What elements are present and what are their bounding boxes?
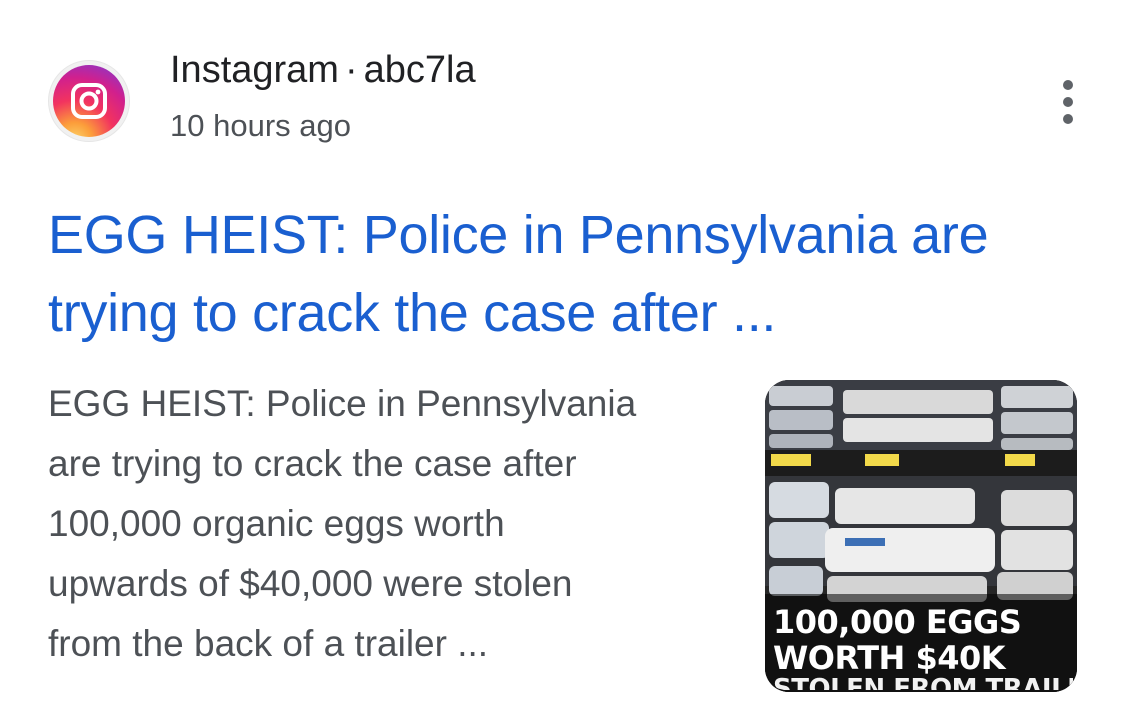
result-thumbnail[interactable]: 100,000 EGGS WORTH $40K STOLEN FROM TRAI…: [765, 380, 1077, 692]
snippet-line: are trying to crack the case after: [48, 443, 577, 484]
source-separator: ·: [344, 49, 358, 91]
source-row[interactable]: Instagram · abc7la 10 hours ago: [48, 46, 1088, 156]
source-text: Instagram · abc7la 10 hours ago: [170, 46, 476, 146]
snippet-line: from the back of a trailer ...: [48, 623, 489, 664]
thumbnail-caption-line-cut: STOLEN FROM TRAILER: [773, 676, 1073, 690]
more-options-button[interactable]: [1048, 74, 1088, 130]
title-line: EGG HEIST: Police in Pennsylvania are: [48, 205, 989, 265]
instagram-logo-icon: [48, 60, 130, 142]
result-snippet: EGG HEIST: Police in Pennsylvania are tr…: [48, 374, 738, 674]
source-timestamp: 10 hours ago: [170, 108, 351, 143]
more-vert-icon: [1063, 80, 1073, 90]
search-result-card: Instagram · abc7la 10 hours ago EGG HEIST:…: [0, 0, 1125, 727]
more-vert-icon-dot: [1063, 97, 1073, 107]
thumbnail-caption: 100,000 EGGS WORTH $40K STOLEN FROM TRAI…: [773, 604, 1073, 690]
thumbnail-caption-line: WORTH $40K: [773, 639, 1006, 677]
result-title-link[interactable]: EGG HEIST: Police in Pennsylvania are tr…: [48, 196, 1088, 352]
source-line: Instagram · abc7la: [170, 46, 476, 94]
source-account: abc7la: [363, 49, 476, 91]
snippet-line: 100,000 organic eggs worth: [48, 503, 505, 544]
source-site: Instagram: [170, 49, 339, 91]
more-vert-icon-dot: [1063, 114, 1073, 124]
thumbnail-caption-line: 100,000 EGGS: [773, 603, 1022, 641]
snippet-line: EGG HEIST: Police in Pennsylvania: [48, 383, 637, 424]
title-line: trying to crack the case after ...: [48, 283, 777, 343]
snippet-line: upwards of $40,000 were stolen: [48, 563, 573, 604]
